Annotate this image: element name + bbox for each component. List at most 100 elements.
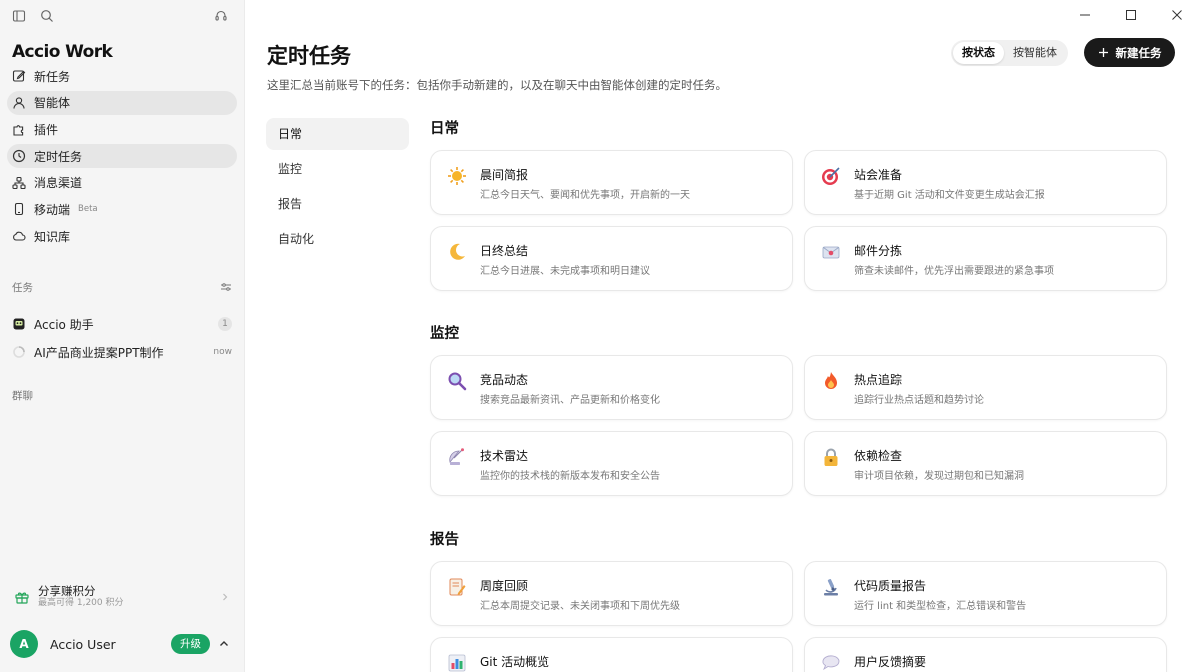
template-card[interactable]: 代码质量报告 运行 lint 和类型检查，汇总错误和警告 <box>804 561 1167 626</box>
template-card[interactable]: 依赖检查 审计项目依赖，发现过期包和已知漏洞 <box>804 431 1167 496</box>
template-card[interactable]: Git 活动概览 <box>430 637 793 672</box>
sidebar-item-agents[interactable]: 智能体 <box>7 90 237 115</box>
group-chat-label: 群聊 <box>12 389 33 402</box>
card-title: 邮件分拣 <box>854 244 903 258</box>
cloud-icon <box>12 229 26 243</box>
share-title: 分享赚积分 <box>38 584 96 598</box>
category-automation[interactable]: 自动化 <box>266 223 409 255</box>
card-title: 代码质量报告 <box>854 579 927 593</box>
user-profile[interactable]: A Accio User 升级 <box>10 630 236 658</box>
sidebar-item-label: 移动端 <box>34 202 71 217</box>
mail-icon <box>821 242 841 262</box>
headset-icon[interactable] <box>214 9 228 23</box>
main-panel: 定时任务 这里汇总当前账号下的任务：包括你手动新建的，以及在聊天中由智能体创建的… <box>246 0 1200 672</box>
card-title: 热点追踪 <box>854 373 903 387</box>
card-title: Git 活动概览 <box>480 655 550 669</box>
sidebar-item-label: 定时任务 <box>34 149 83 164</box>
group-chat-section-header: 群聊 <box>0 386 244 404</box>
task-item-label: Accio 助手 <box>34 317 94 332</box>
category-reports[interactable]: 报告 <box>266 188 409 220</box>
search-icon[interactable] <box>40 9 54 23</box>
card-description: 监控你的技术栈的新版本发布和安全公告 <box>480 471 660 482</box>
brand-logo: Accio Work <box>12 42 113 62</box>
task-item-accio-assistant[interactable]: Accio 助手 1 <box>0 312 244 336</box>
gift-icon <box>14 589 30 605</box>
sidebar-item-label: 智能体 <box>34 96 71 111</box>
card-title: 晨间简报 <box>480 168 529 182</box>
card-title: 竞品动态 <box>480 373 529 387</box>
new-task-button[interactable]: 新建任务 <box>1084 38 1175 67</box>
sidebar: Accio Work 新任务 智能体 插件 定时任务 消息渠道 移动端 Beta <box>0 0 245 672</box>
speech-bubble-icon <box>821 653 841 672</box>
template-card[interactable]: 邮件分拣 筛查未读邮件，优先浮出需要跟进的紧急事项 <box>804 226 1167 291</box>
fire-icon <box>821 371 841 391</box>
template-card[interactable]: 竞品动态 搜索竞品最新资讯、产品更新和价格变化 <box>430 355 793 420</box>
template-card[interactable]: 技术雷达 监控你的技术栈的新版本发布和安全公告 <box>430 431 793 496</box>
group-by-toggle: 按状态 按智能体 <box>951 40 1068 66</box>
sidebar-item-new-task[interactable]: 新任务 <box>7 64 237 88</box>
task-item-label: AI产品商业提案PPT制作 <box>34 345 164 360</box>
minimize-icon[interactable] <box>1062 0 1108 30</box>
microscope-icon <box>821 577 841 597</box>
toggle-by-status[interactable]: 按状态 <box>953 42 1004 64</box>
channels-icon <box>12 176 26 190</box>
toggle-by-agent[interactable]: 按智能体 <box>1004 42 1066 64</box>
card-title: 周度回顾 <box>480 579 529 593</box>
sidebar-toggle-icon[interactable] <box>12 9 26 23</box>
category-list: 日常 监控 报告 自动化 <box>266 118 409 258</box>
sidebar-item-scheduled-tasks[interactable]: 定时任务 <box>7 144 237 169</box>
task-item-ppt[interactable]: AI产品商业提案PPT制作 now <box>0 340 244 364</box>
clock-icon <box>12 149 26 163</box>
template-card[interactable]: 周度回顾 汇总本周提交记录、未关闭事项和下周优先级 <box>430 561 793 626</box>
page-title: 定时任务 <box>267 44 351 68</box>
section-title-reports: 报告 <box>430 532 459 548</box>
maximize-icon[interactable] <box>1108 0 1154 30</box>
sidebar-nav: 新任务 智能体 插件 定时任务 消息渠道 移动端 Beta 知识库 <box>0 64 244 248</box>
target-icon <box>821 166 841 186</box>
user-name: Accio User <box>50 636 116 652</box>
sidebar-item-channels[interactable]: 消息渠道 <box>7 171 237 195</box>
category-monitoring[interactable]: 监控 <box>266 153 409 185</box>
category-daily[interactable]: 日常 <box>266 118 409 150</box>
lock-icon <box>821 447 841 467</box>
section-title-monitoring: 监控 <box>430 326 459 342</box>
section-title-daily: 日常 <box>430 121 459 137</box>
card-title: 站会准备 <box>854 168 903 182</box>
upgrade-button[interactable]: 升级 <box>171 634 210 654</box>
template-card[interactable]: 站会准备 基于近期 Git 活动和文件变更生成站会汇报 <box>804 150 1167 215</box>
card-title: 用户反馈摘要 <box>854 655 927 669</box>
tasks-section-header: 任务 <box>0 278 244 296</box>
card-description: 汇总本周提交记录、未关闭事项和下周优先级 <box>480 601 680 612</box>
sidebar-item-label: 消息渠道 <box>34 176 83 191</box>
sidebar-item-mobile[interactable]: 移动端 Beta <box>7 197 237 221</box>
card-description: 汇总今日进展、未完成事项和明日建议 <box>480 266 650 277</box>
memo-icon <box>447 577 467 597</box>
avatar: A <box>10 630 38 658</box>
filter-icon[interactable] <box>220 281 232 293</box>
robot-icon <box>12 317 26 331</box>
sidebar-toolbar <box>0 0 244 32</box>
plus-icon <box>1098 47 1109 58</box>
card-description: 追踪行业热点话题和趋势讨论 <box>854 395 984 406</box>
page-description: 这里汇总当前账号下的任务：包括你手动新建的，以及在聊天中由智能体创建的定时任务。 <box>267 78 727 92</box>
close-icon[interactable] <box>1154 0 1200 30</box>
share-points-banner[interactable]: 分享赚积分 最高可得 1,200 积分 <box>8 580 236 614</box>
card-title: 日终总结 <box>480 244 529 258</box>
card-description: 运行 lint 和类型检查，汇总错误和警告 <box>854 601 1027 612</box>
mobile-icon <box>12 202 26 216</box>
sidebar-item-label: 新任务 <box>34 69 71 84</box>
template-card[interactable]: 用户反馈摘要 <box>804 637 1167 672</box>
unread-count-badge: 1 <box>218 317 232 332</box>
template-card[interactable]: 晨间简报 汇总今日天气、要闻和优先事项，开启新的一天 <box>430 150 793 215</box>
template-card[interactable]: 热点追踪 追踪行业热点话题和趋势讨论 <box>804 355 1167 420</box>
sidebar-item-label: 知识库 <box>34 229 71 244</box>
new-task-label: 新建任务 <box>1115 45 1162 60</box>
sidebar-item-knowledge-base[interactable]: 知识库 <box>7 224 237 248</box>
sidebar-item-plugins[interactable]: 插件 <box>7 117 237 141</box>
template-card[interactable]: 日终总结 汇总今日进展、未完成事项和明日建议 <box>430 226 793 291</box>
sidebar-item-label: 插件 <box>34 122 59 137</box>
satellite-icon <box>447 447 467 467</box>
spinner-icon <box>12 345 26 359</box>
magnifier-icon <box>447 371 467 391</box>
chevron-up-icon[interactable] <box>218 638 230 650</box>
